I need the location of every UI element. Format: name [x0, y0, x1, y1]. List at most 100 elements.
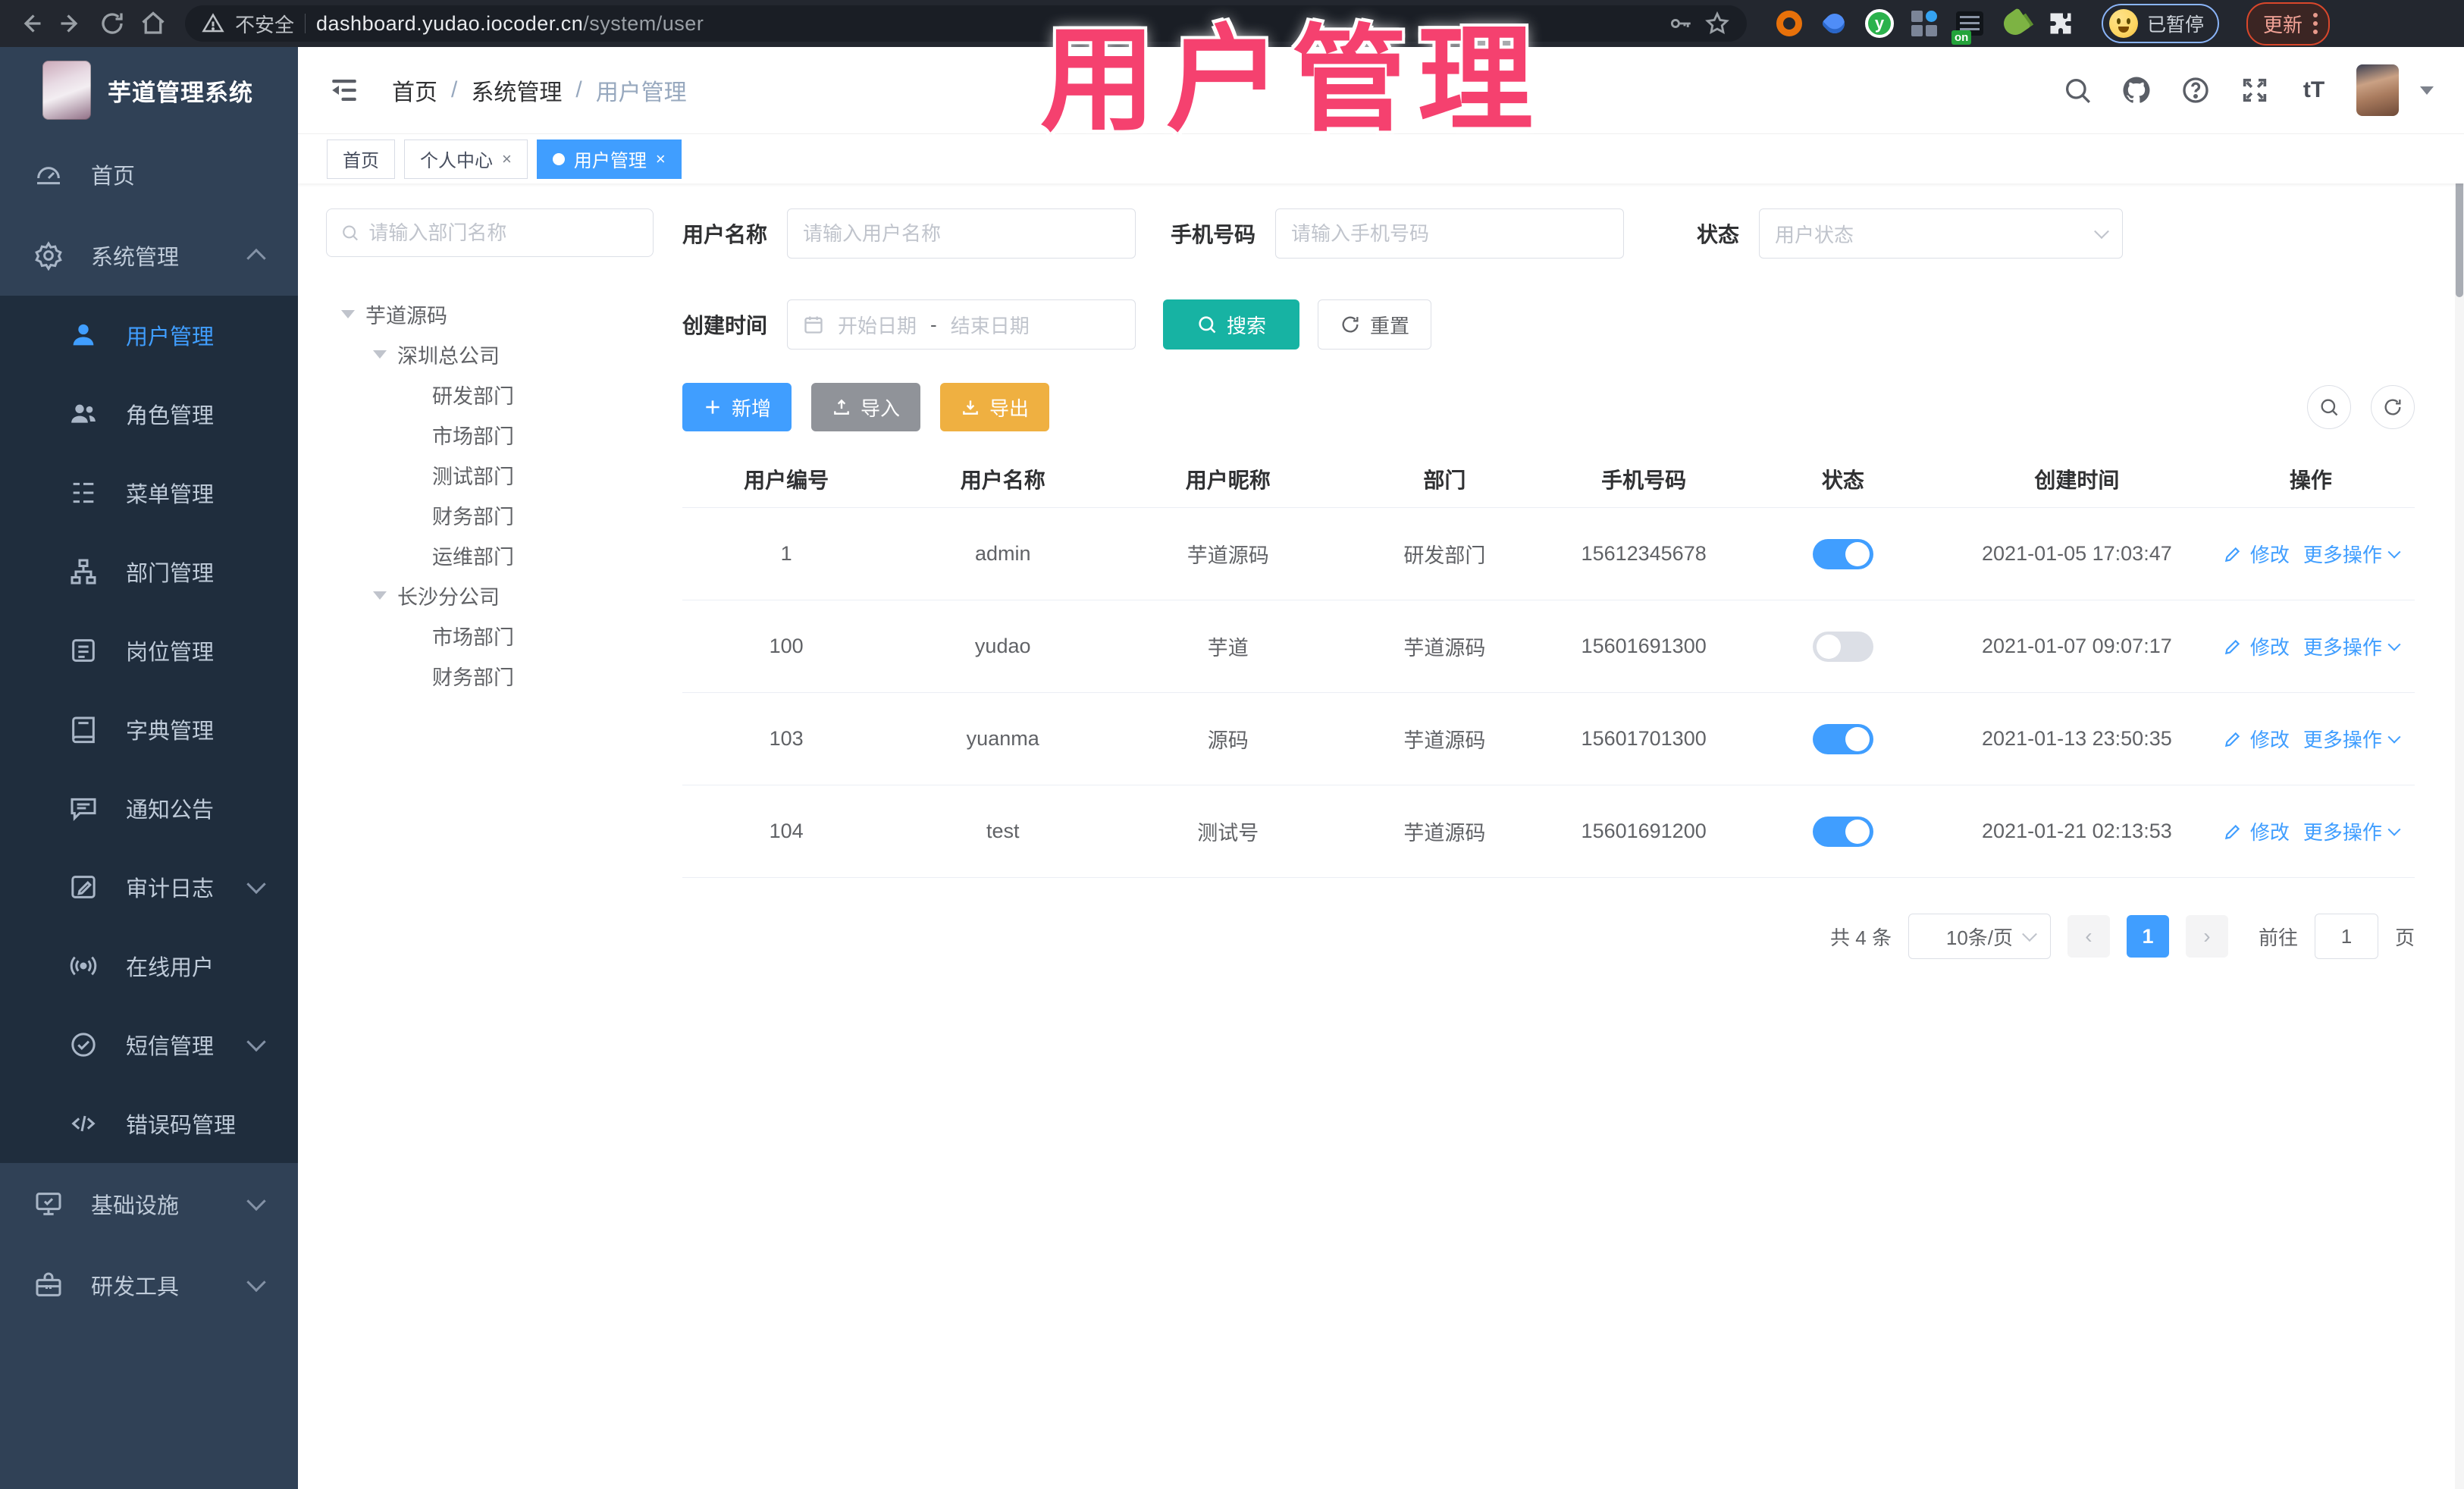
tree-node[interactable]: 深圳总公司 [326, 334, 514, 375]
sidebar-item-system[interactable]: 系统管理 [0, 215, 298, 296]
username-field[interactable] [787, 208, 1136, 259]
extension-y-icon[interactable]: y [1865, 9, 1894, 38]
browser-forward-icon[interactable] [55, 7, 88, 40]
avatar-caret-down-icon[interactable] [2420, 86, 2434, 95]
app-logo-row[interactable]: 芋道管理系统 [0, 47, 298, 133]
extension-grid-icon[interactable] [1909, 8, 1939, 39]
add-button[interactable]: 新增 [682, 383, 792, 431]
tree-node-root[interactable]: 芋道源码 [326, 294, 514, 334]
search-icon[interactable] [2061, 74, 2094, 107]
edit-link[interactable]: 修改 [2250, 540, 2290, 568]
tab-user-mgmt[interactable]: 用户管理 × [536, 139, 682, 179]
mobile-field[interactable] [1275, 208, 1625, 259]
extension-drop-icon[interactable] [1820, 8, 1850, 39]
status-toggle[interactable] [1812, 631, 1873, 662]
close-icon[interactable]: × [502, 149, 512, 169]
password-key-icon[interactable] [1668, 11, 1694, 36]
tree-node[interactable]: 市场部门 [326, 616, 514, 656]
next-page-button[interactable]: › [2185, 915, 2228, 958]
chevron-down-icon[interactable] [2387, 638, 2401, 651]
tree-expand-caret-icon[interactable] [341, 310, 355, 318]
breadcrumb-home[interactable]: 首页 [392, 74, 437, 107]
current-page-button[interactable]: 1 [2126, 915, 2169, 958]
status-toggle[interactable] [1812, 723, 1873, 754]
table-refresh-button[interactable] [2371, 385, 2415, 429]
chevron-down-icon[interactable] [2387, 823, 2401, 836]
sidebar-item-infrastructure[interactable]: 基础设施 [0, 1163, 298, 1244]
sidebar-item-notice[interactable]: 通知公告 [0, 769, 298, 848]
status-select[interactable]: 用户状态 [1759, 208, 2124, 259]
extension-key-icon[interactable] [1999, 8, 2031, 39]
browser-reload-icon[interactable] [96, 7, 129, 40]
extension-ubuntu-icon[interactable] [1774, 8, 1804, 39]
import-button[interactable]: 导入 [811, 383, 921, 431]
bookmark-star-icon[interactable] [1704, 11, 1730, 36]
sidebar-item-dev-tools[interactable]: 研发工具 [0, 1244, 298, 1325]
more-actions-link[interactable]: 更多操作 [2303, 725, 2382, 753]
search-button[interactable]: 搜索 [1163, 299, 1300, 350]
prev-page-button[interactable]: ‹ [2067, 915, 2110, 958]
dept-search-box[interactable] [326, 208, 654, 257]
help-icon[interactable] [2179, 74, 2212, 107]
tree-node[interactable]: 测试部门 [326, 455, 514, 495]
tab-home[interactable]: 首页 [327, 139, 395, 179]
sidebar-item-sms-mgmt[interactable]: 短信管理 [0, 1005, 298, 1084]
sidebar-item-role-mgmt[interactable]: 角色管理 [0, 375, 298, 453]
extension-on-badge: on [1951, 30, 1972, 45]
sidebar-item-online-users[interactable]: 在线用户 [0, 926, 298, 1005]
more-actions-link[interactable]: 更多操作 [2303, 817, 2382, 845]
reset-button[interactable]: 重置 [1318, 299, 1432, 350]
page-size-select[interactable]: 10条/页 [1908, 914, 2051, 959]
breadcrumb-system[interactable]: 系统管理 [471, 74, 562, 107]
tab-profile[interactable]: 个人中心 × [404, 139, 528, 179]
sidebar-collapse-icon[interactable] [328, 74, 360, 106]
more-actions-link[interactable]: 更多操作 [2303, 540, 2382, 568]
tree-node[interactable]: 财务部门 [326, 656, 514, 696]
edit-link[interactable]: 修改 [2250, 725, 2290, 753]
edit-link[interactable]: 修改 [2250, 817, 2290, 845]
edit-link[interactable]: 修改 [2250, 632, 2290, 660]
close-icon[interactable]: × [656, 149, 666, 169]
browser-update-button[interactable]: 更新 [2246, 2, 2331, 45]
sidebar-item-home[interactable]: 首页 [0, 133, 298, 215]
extension-switch-icon[interactable]: on [1951, 8, 1985, 45]
font-size-icon[interactable]: tT [2297, 74, 2331, 107]
sidebar-item-error-code[interactable]: 错误码管理 [0, 1084, 298, 1163]
chevron-down-icon[interactable] [2387, 730, 2401, 744]
table-search-toggle-button[interactable] [2307, 385, 2351, 429]
dept-search-input[interactable] [368, 221, 639, 245]
browser-profile-button[interactable]: 已暂停 [2102, 4, 2220, 43]
tree-node[interactable]: 研发部门 [326, 375, 514, 415]
user-avatar[interactable] [2356, 64, 2399, 116]
sidebar-item-user-mgmt[interactable]: 用户管理 [0, 296, 298, 375]
goto-page-field[interactable] [2314, 914, 2378, 959]
tree-node[interactable]: 长沙分公司 [326, 575, 514, 616]
browser-back-icon[interactable] [14, 7, 47, 40]
browser-home-icon[interactable] [136, 7, 170, 40]
status-toggle[interactable] [1812, 538, 1873, 569]
fullscreen-icon[interactable] [2238, 74, 2271, 107]
mobile-input[interactable] [1291, 221, 1609, 246]
tree-node[interactable]: 运维部门 [326, 535, 514, 575]
goto-page-input[interactable] [2315, 914, 2378, 958]
announcement-icon [68, 793, 99, 823]
sidebar-item-dept-mgmt[interactable]: 部门管理 [0, 532, 298, 611]
sidebar-item-dict-mgmt[interactable]: 字典管理 [0, 690, 298, 769]
chevron-down-icon[interactable] [2387, 545, 2401, 559]
tree-expand-caret-icon[interactable] [373, 591, 387, 600]
sidebar-item-menu-mgmt[interactable]: 菜单管理 [0, 453, 298, 532]
extensions-puzzle-icon[interactable] [2045, 8, 2076, 39]
tree-node[interactable]: 市场部门 [326, 415, 514, 455]
more-actions-link[interactable]: 更多操作 [2303, 632, 2382, 660]
tree-expand-caret-icon[interactable] [373, 350, 387, 359]
tree-node[interactable]: 财务部门 [326, 495, 514, 535]
sidebar-item-post-mgmt[interactable]: 岗位管理 [0, 611, 298, 690]
status-toggle[interactable] [1812, 816, 1873, 847]
date-range-picker[interactable]: 开始日期 - 结束日期 [787, 299, 1136, 350]
scrollbar[interactable] [2455, 47, 2464, 1489]
export-button[interactable]: 导出 [940, 383, 1050, 431]
username-input[interactable] [803, 221, 1121, 246]
browser-menu-kebab-icon[interactable] [2313, 13, 2318, 34]
sidebar-item-audit-log[interactable]: 审计日志 [0, 848, 298, 926]
github-icon[interactable] [2120, 74, 2153, 107]
